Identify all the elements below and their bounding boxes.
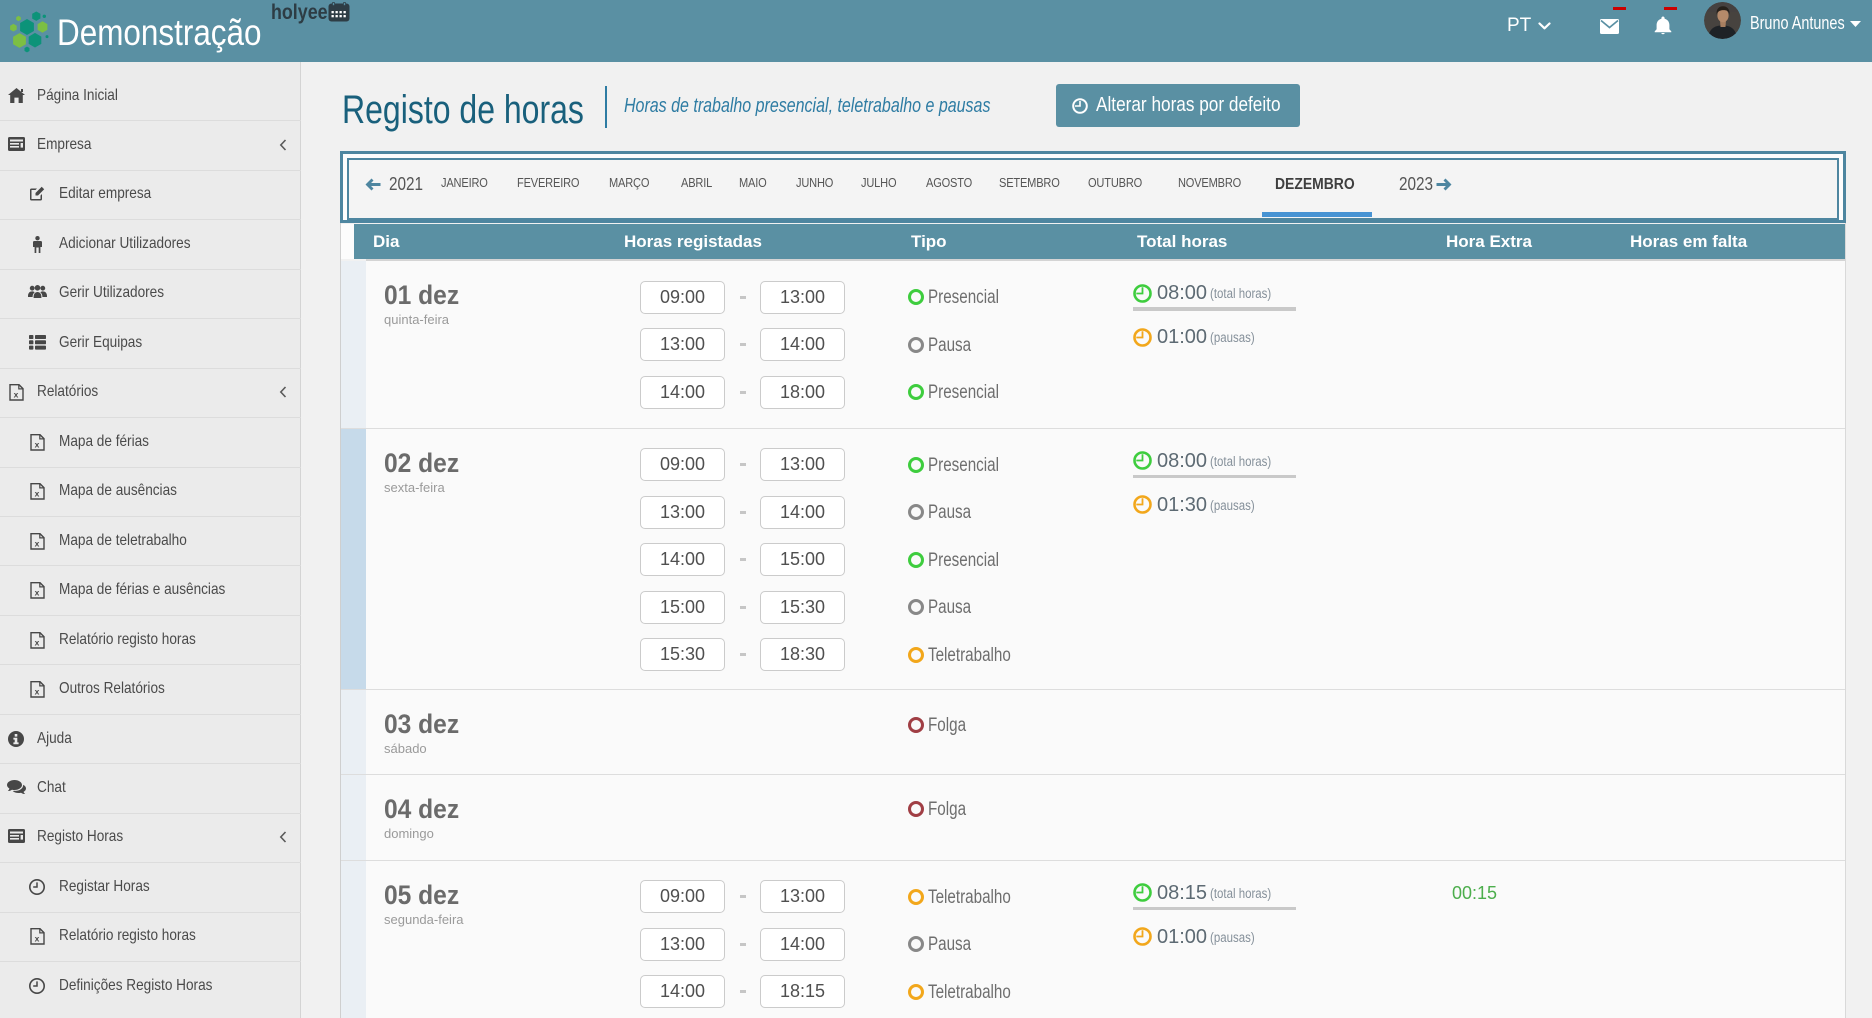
- svg-text:x: x: [34, 637, 39, 647]
- svg-text:x: x: [34, 587, 39, 597]
- svg-text:x: x: [34, 538, 39, 548]
- svg-text:x: x: [13, 390, 18, 400]
- svg-text:x: x: [34, 934, 39, 944]
- svg-text:x: x: [34, 439, 39, 449]
- svg-text:x: x: [34, 686, 39, 696]
- svg-text:x: x: [34, 489, 39, 499]
